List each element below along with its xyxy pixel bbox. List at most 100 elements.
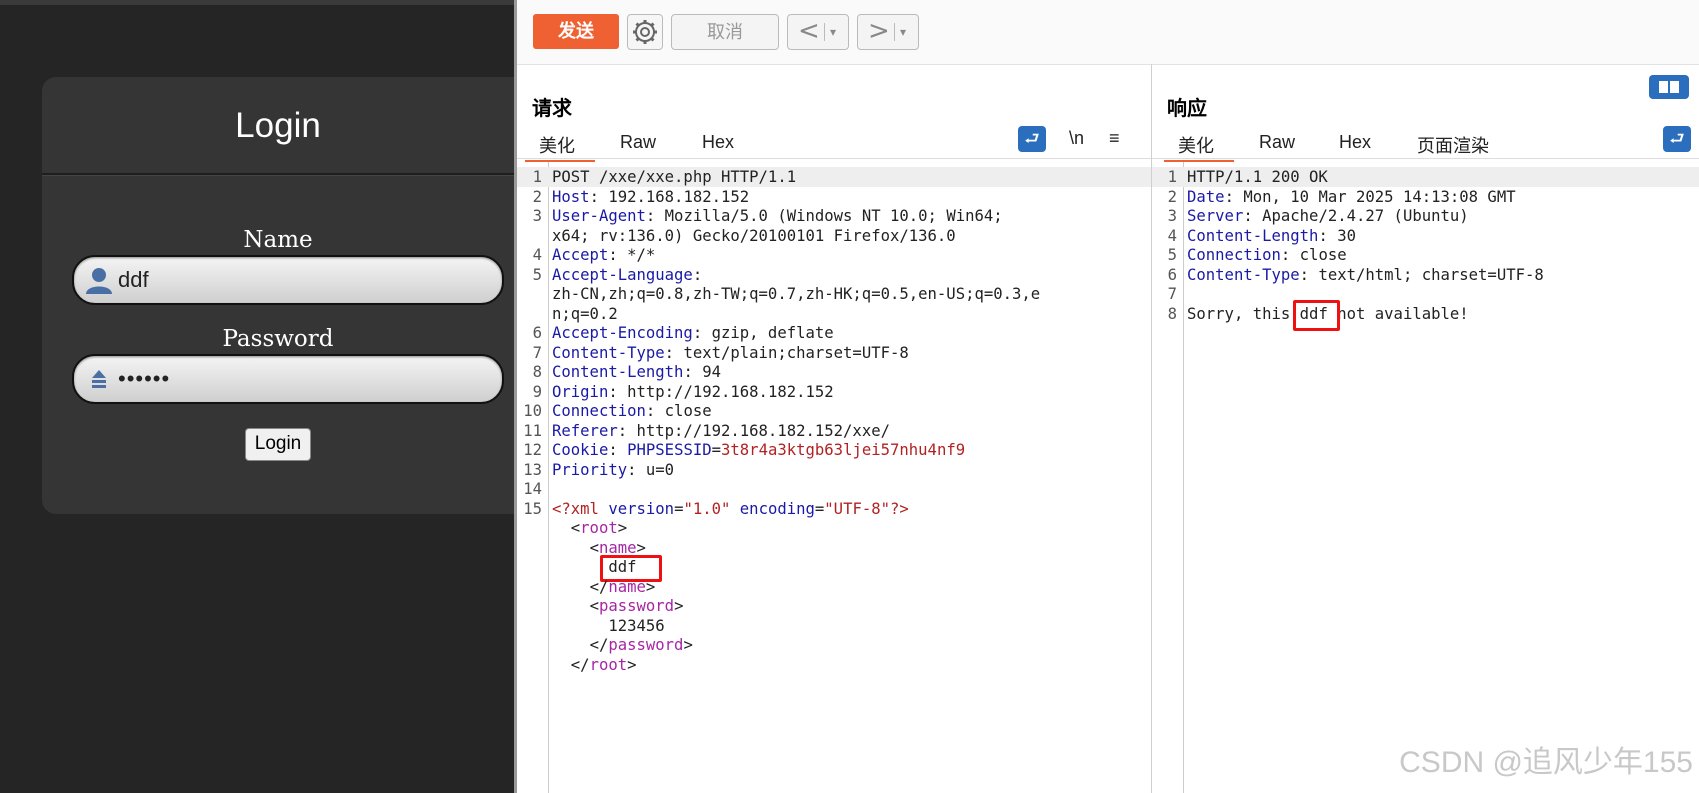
code-line: 5 Connection: close	[1152, 245, 1699, 265]
header-value: :	[692, 265, 703, 284]
response-title: 响应	[1167, 98, 1207, 120]
line-text: Content-Type: text/html; charset=UTF-8	[1187, 265, 1689, 286]
login-button[interactable]: Login	[245, 428, 311, 461]
line-text: HTTP/1.1 200 OK	[1187, 167, 1689, 188]
tab-pretty[interactable]: 美化	[539, 132, 575, 158]
newline-toggle[interactable]: \n	[1069, 128, 1084, 149]
cancel-button[interactable]: 取消	[671, 14, 779, 50]
xml-content: ddf	[600, 555, 663, 582]
user-icon	[86, 268, 112, 294]
layout-toggle-button[interactable]	[1649, 75, 1689, 99]
request-pane: 请求 美化 Raw Hex ⮐ \n ≡ 1 POST /xxe/xxe.php …	[517, 64, 1152, 793]
xml-eq: =	[814, 499, 825, 518]
line-number: 15	[523, 499, 542, 518]
code-line: 1 HTTP/1.1 200 OK	[1152, 167, 1699, 187]
xml-content: <password>	[590, 597, 684, 615]
xml-text: >	[645, 577, 656, 596]
previous-button[interactable]: < ▾	[787, 14, 849, 50]
header-name: Origin	[552, 382, 609, 401]
tab-raw[interactable]: Raw	[620, 132, 656, 153]
xml-line: </root>	[552, 655, 1141, 676]
xml-line: </password>	[552, 635, 1141, 656]
header-value: POST /xxe/xxe.php HTTP/1.1	[552, 168, 797, 186]
xml-attr-value: "UTF-8"	[824, 499, 891, 518]
menu-icon[interactable]: ≡	[1109, 128, 1120, 149]
xml-line: 123456	[552, 616, 1141, 637]
send-button[interactable]: 发送	[533, 14, 619, 49]
header-value: : u=0	[627, 460, 675, 479]
line-number: 13	[523, 460, 542, 479]
xml-text: <	[589, 538, 599, 557]
xml-tag: name	[598, 538, 637, 557]
header-name: Content-Type	[1187, 265, 1300, 284]
header-value: : http://192.168.182.152/xxe/	[617, 421, 890, 440]
name-input[interactable]: ddf	[72, 255, 504, 305]
tab-pretty[interactable]: 美化	[1178, 132, 1214, 158]
header-name: Accept-Language	[552, 265, 693, 284]
line-number: 4	[1167, 226, 1177, 245]
request-tabs: 美化 Raw Hex	[517, 126, 1151, 159]
xml-text: 123456	[608, 616, 665, 635]
chevron-down-icon[interactable]: ▾	[900, 15, 906, 49]
xml-text: >	[683, 636, 693, 654]
highlighted-value: ddf	[1292, 299, 1340, 331]
xml-tag: password	[598, 597, 675, 615]
password-input[interactable]: ••••••	[72, 354, 504, 404]
header-name: Server	[1187, 207, 1244, 225]
header-value: : Mon, 10 Mar 2025 14:13:08 GMT	[1224, 187, 1516, 206]
code-line: 3 Server: Apache/2.4.27 (Ubuntu)	[1152, 206, 1699, 226]
line-number: 3	[1167, 207, 1177, 225]
tab-hex[interactable]: Hex	[1339, 132, 1371, 153]
login-app: Login Name ddf Password •••••• Login	[0, 0, 514, 793]
highlight-box	[1292, 299, 1340, 331]
chevron-down-icon[interactable]: ▾	[830, 15, 836, 49]
header-name: Referer	[552, 421, 618, 440]
password-label: Password	[222, 326, 334, 352]
header-value: :	[608, 441, 628, 459]
code-line: ddf	[517, 555, 1151, 582]
body-text: not available!	[1327, 304, 1469, 323]
header-name: Content-Length	[552, 363, 684, 381]
header-value: : text/html; charset=UTF-8	[1299, 265, 1544, 284]
tab-raw[interactable]: Raw	[1259, 132, 1295, 153]
code-line: 10 Connection: close	[517, 401, 1151, 421]
wrap-icon[interactable]: ⮐	[1663, 126, 1691, 152]
xml-content: <root>	[571, 519, 627, 537]
password-value: ••••••	[118, 366, 171, 391]
xml-text: >	[636, 538, 646, 557]
header-value: : */*	[608, 246, 656, 264]
header-name: Cookie	[552, 441, 609, 459]
response-editor[interactable]: 1 HTTP/1.1 200 OK 2 Date: Mon, 10 Mar 2025 …	[1152, 162, 1699, 793]
tab-hex[interactable]: Hex	[702, 132, 734, 153]
response-body: Sorry, this ddf not available!	[1187, 299, 1689, 331]
header-name: Host	[552, 187, 590, 206]
code-line: 13 Priority: u=0	[517, 460, 1151, 480]
next-button[interactable]: > ▾	[857, 14, 919, 50]
code-line: 3 User-Agent: Mozilla/5.0 (Windows NT 10.…	[517, 206, 1151, 226]
tab-render[interactable]: 页面渲染	[1417, 132, 1489, 158]
line-text: Content-Length: 94	[552, 362, 1141, 383]
header-value: : close	[645, 402, 712, 420]
header-value: : 192.168.182.152	[589, 187, 750, 206]
line-text: Connection: close	[1187, 245, 1689, 266]
code-line: 4 Content-Length: 30	[1152, 226, 1699, 246]
xml-line: ddf	[552, 555, 1141, 582]
code-line: 7 Content-Type: text/plain;charset=UTF-8	[517, 343, 1151, 363]
watermark: CSDN @追风少年155	[1399, 746, 1693, 779]
xml-content: <name>	[590, 539, 646, 557]
line-text: Date: Mon, 10 Mar 2025 14:13:08 GMT	[1187, 187, 1689, 208]
xml-text: </	[589, 636, 609, 654]
xml-content: </name>	[590, 578, 656, 596]
code-line: 7	[1152, 284, 1699, 304]
xml-attr: encoding	[739, 499, 815, 518]
wrap-icon[interactable]: ⮐	[1018, 126, 1046, 152]
response-lines: 1 HTTP/1.1 200 OK 2 Date: Mon, 10 Mar 2025 …	[1152, 167, 1699, 331]
header-value: : text/plain;charset=UTF-8	[664, 343, 909, 362]
request-editor[interactable]: 1 POST /xxe/xxe.php HTTP/1.1 2 Host: 192.16…	[517, 162, 1151, 793]
xml-content: </password>	[590, 636, 693, 654]
settings-button[interactable]	[627, 14, 663, 50]
code-line: </root>	[517, 655, 1151, 675]
line-text: n;q=0.2	[552, 304, 1141, 325]
